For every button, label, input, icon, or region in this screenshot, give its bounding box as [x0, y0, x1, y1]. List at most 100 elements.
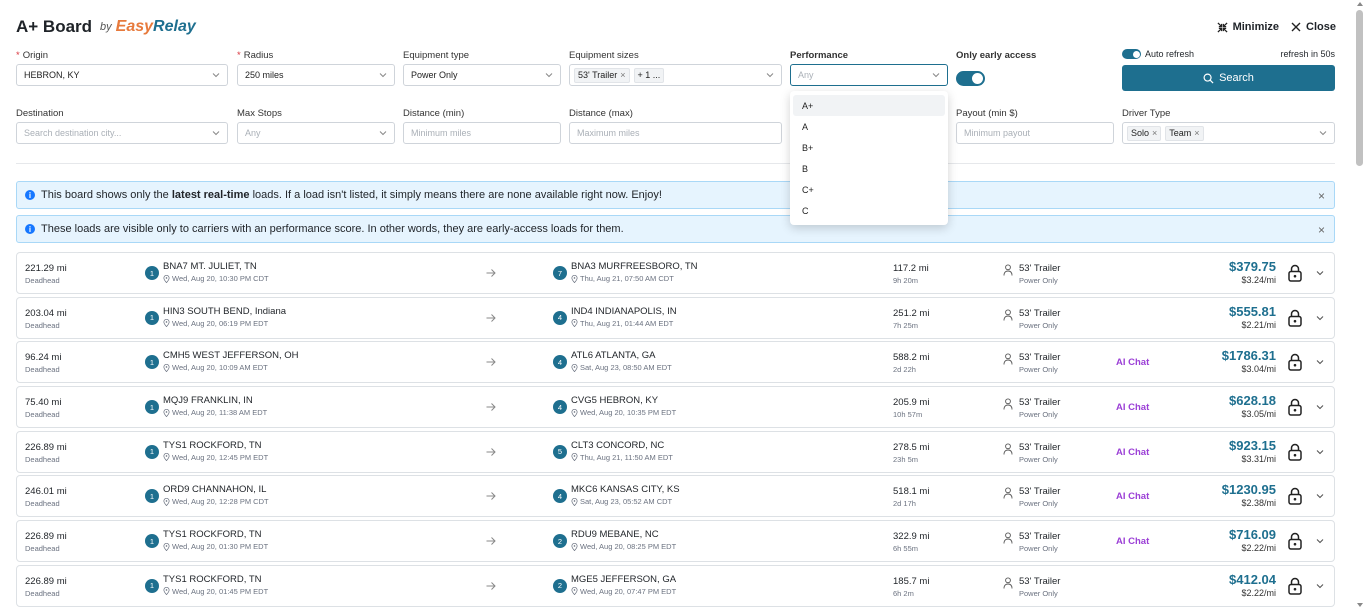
equipment-type-select[interactable]: Power Only: [403, 64, 561, 86]
arrow-right-icon: [486, 313, 496, 322]
distance-value: 117.2 mi: [893, 263, 929, 274]
lock-icon[interactable]: [1287, 353, 1303, 372]
deadhead: 226.89 mi Deadhead: [25, 442, 67, 464]
load-row[interactable]: 246.01 mi Deadhead 1 ORD9 CHANNAHON, IL …: [16, 475, 1335, 518]
origin-select[interactable]: HEBRON, KY: [16, 64, 228, 86]
load-row[interactable]: 226.89 mi Deadhead 1 TYS1 ROCKFORD, TN W…: [16, 430, 1335, 473]
max-stops-field: Max Stops Any: [237, 108, 395, 144]
divider: [16, 163, 1335, 164]
equipment-type: Power Only: [1019, 365, 1058, 375]
chevron-down-icon[interactable]: [1315, 313, 1325, 323]
close-banner-icon[interactable]: ×: [1318, 224, 1325, 236]
origin-stop: 1 TYS1 ROCKFORD, TN Wed, Aug 20, 01:30 P…: [145, 529, 268, 551]
search-button[interactable]: Search: [1122, 65, 1335, 91]
load-row[interactable]: 203.04 mi Deadhead 1 HIN3 SOUTH BEND, In…: [16, 296, 1335, 339]
lock-icon[interactable]: [1287, 577, 1303, 595]
rate-per-mile: $2.22/mi: [1241, 587, 1276, 598]
radius-label: * Radius: [237, 50, 274, 61]
distance-value: 322.9 mi: [893, 531, 930, 543]
chevron-down-icon[interactable]: [1315, 581, 1325, 591]
lock-icon[interactable]: [1287, 398, 1303, 416]
destination-city: RDU9 MEBANE, NC: [571, 529, 659, 541]
info-icon: i: [25, 190, 35, 200]
performance-option[interactable]: B+: [793, 137, 945, 158]
performance-option[interactable]: A: [793, 116, 945, 137]
deadhead: 226.89 mi Deadhead: [25, 576, 67, 598]
chevron-down-icon[interactable]: [1315, 536, 1325, 546]
chevron-down-icon[interactable]: [1315, 268, 1325, 278]
duration-value: 6h 55m: [893, 544, 919, 554]
ai-chat-link[interactable]: AI Chat: [1116, 447, 1149, 458]
destination-city: CVG5 HEBRON, KY: [571, 395, 659, 407]
chevron-down-icon[interactable]: [1315, 447, 1325, 457]
equipment-size: 53' Trailer: [1019, 441, 1061, 453]
load-row[interactable]: 226.89 mi Deadhead 1 TYS1 ROCKFORD, TN W…: [16, 520, 1335, 563]
distance-max-input[interactable]: Maximum miles: [569, 122, 782, 144]
equipment-sizes-select[interactable]: 53' Trailer × + 1 ...: [569, 64, 782, 86]
load-row[interactable]: 96.24 mi Deadhead 1 CMH5 WEST JEFFERSON,…: [16, 341, 1335, 384]
ai-chat-link[interactable]: AI Chat: [1116, 402, 1149, 413]
stop-count-badge: 4: [553, 355, 567, 370]
remove-tag-icon[interactable]: ×: [1194, 128, 1199, 138]
origin-city: MQJ9 FRANKLIN, IN: [163, 395, 253, 407]
scrollbar-thumb[interactable]: [1356, 10, 1363, 166]
performance-option[interactable]: B: [793, 158, 945, 179]
performance-option[interactable]: A+: [793, 95, 945, 116]
load-row[interactable]: 221.29 mi Deadhead 1 BNA7 MT. JULIET, TN…: [16, 252, 1335, 294]
close-button[interactable]: Close: [1291, 21, 1336, 33]
lock-icon[interactable]: [1287, 264, 1303, 282]
arrow-right-icon: [486, 447, 496, 456]
origin-time: Wed, Aug 20, 10:09 AM EDT: [163, 363, 298, 372]
distance-min-label: Distance (min): [403, 108, 465, 119]
remove-tag-icon[interactable]: ×: [1152, 128, 1157, 138]
distance-min-input[interactable]: Minimum miles: [403, 122, 561, 144]
payout-min-input[interactable]: Minimum payout: [956, 122, 1114, 144]
early-access-toggle[interactable]: [956, 71, 985, 86]
duration-value: 6h 2m: [893, 588, 914, 598]
destination-input[interactable]: Search destination city...: [16, 122, 228, 144]
auto-refresh-toggle[interactable]: [1122, 49, 1141, 59]
arrow-right-icon: [486, 581, 496, 590]
lock-icon[interactable]: [1287, 443, 1303, 461]
max-stops-select[interactable]: Any: [237, 122, 395, 144]
remove-tag-icon[interactable]: ×: [620, 70, 625, 80]
lock-icon[interactable]: [1287, 487, 1303, 506]
duration-value: 9h 20m: [893, 276, 919, 285]
destination-time: Thu, Aug 21, 01:44 AM EDT: [571, 319, 677, 328]
user-icon: [1003, 577, 1013, 589]
load-row[interactable]: 75.40 mi Deadhead 1 MQJ9 FRANKLIN, IN We…: [16, 386, 1335, 429]
scrollbar[interactable]: [1355, 2, 1364, 607]
equipment-sizes-field: Equipment sizes 53' Trailer × + 1 ...: [569, 50, 782, 86]
chevron-down-icon[interactable]: [1315, 357, 1325, 367]
stop-count-badge: 1: [145, 310, 159, 325]
performance-option[interactable]: C: [793, 200, 945, 221]
radius-select[interactable]: 250 miles: [237, 64, 395, 86]
ai-chat-link[interactable]: AI Chat: [1116, 536, 1149, 547]
scroll-down-icon[interactable]: [1357, 603, 1363, 607]
distance: 588.2 mi 2d 22h: [893, 352, 929, 374]
origin-city: BNA7 MT. JULIET, TN: [163, 261, 257, 272]
stop-count-badge: 5: [553, 444, 567, 459]
distance: 185.7 mi 6h 2m: [893, 576, 929, 598]
scroll-up-icon[interactable]: [1357, 2, 1363, 6]
performance-dropdown: A+ A B+ B C+ C: [790, 91, 948, 225]
chevron-down-icon[interactable]: [1315, 402, 1325, 412]
origin-city: CMH5 WEST JEFFERSON, OH: [163, 350, 299, 362]
rate-per-mile: $3.24/mi: [1241, 275, 1276, 285]
destination-time: Wed, Aug 20, 08:25 PM EDT: [571, 542, 676, 551]
minimize-button[interactable]: Minimize: [1217, 21, 1279, 33]
driver-type-select[interactable]: Solo × Team ×: [1122, 122, 1335, 144]
destination-stop: 4 CVG5 HEBRON, KY Wed, Aug 20, 10:35 PM …: [553, 395, 676, 417]
chevron-down-icon: [766, 73, 774, 78]
performance-option[interactable]: C+: [793, 179, 945, 200]
ai-chat-link[interactable]: AI Chat: [1116, 491, 1149, 502]
lock-icon[interactable]: [1287, 309, 1303, 327]
duration-value: 23h 5m: [893, 454, 919, 464]
chevron-down-icon[interactable]: [1315, 491, 1325, 501]
load-row[interactable]: 226.89 mi Deadhead 1 TYS1 ROCKFORD, TN W…: [16, 564, 1335, 607]
ai-chat-link[interactable]: AI Chat: [1116, 357, 1149, 368]
lock-icon[interactable]: [1287, 532, 1303, 550]
close-banner-icon[interactable]: ×: [1318, 190, 1325, 202]
destination-stop: 4 MKC6 KANSAS CITY, KS Sat, Aug 23, 05:5…: [553, 484, 680, 506]
performance-select[interactable]: Any: [790, 64, 948, 86]
